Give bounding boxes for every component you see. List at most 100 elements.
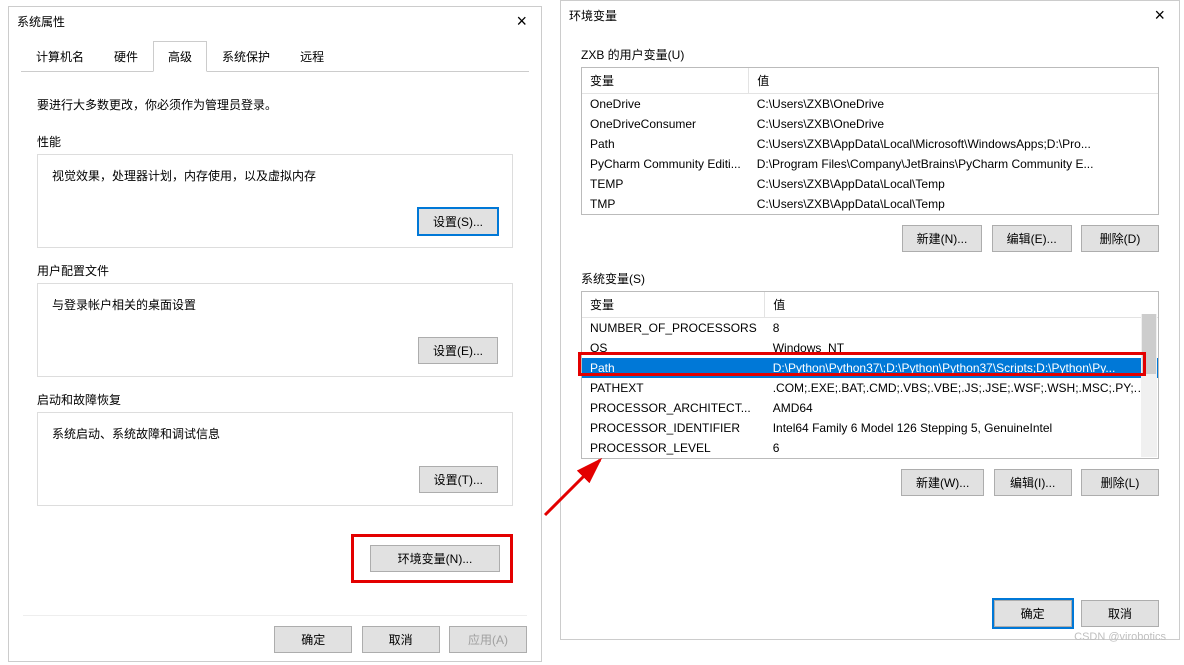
apply-button[interactable]: 应用(A)	[449, 626, 527, 653]
environment-variables-button[interactable]: 环境变量(N)...	[370, 545, 500, 572]
cell-var: OneDrive	[582, 94, 749, 115]
startup-settings-button[interactable]: 设置(T)...	[419, 466, 498, 493]
startup-title: 启动和故障恢复	[37, 391, 513, 408]
table-row[interactable]: OSWindows_NT	[582, 338, 1158, 358]
startup-group: 启动和故障恢复 系统启动、系统故障和调试信息 设置(T)...	[37, 391, 513, 506]
startup-box: 系统启动、系统故障和调试信息 设置(T)...	[37, 412, 513, 506]
cell-val: AMD64	[765, 398, 1158, 418]
col-variable[interactable]: 变量	[582, 292, 765, 318]
cell-val: C:\Users\ZXB\AppData\Local\Temp	[749, 194, 1158, 214]
table-row[interactable]: PathD:\Python\Python37\;D:\Python\Python…	[582, 358, 1158, 378]
watermark: CSDN @virobotics	[1074, 631, 1166, 643]
cell-val: D:\Program Files\Company\JetBrains\PyCha…	[749, 154, 1158, 174]
table-row[interactable]: PyCharm Community Editi...D:\Program Fil…	[582, 154, 1158, 174]
dialog-title: 环境变量	[569, 7, 617, 24]
user-vars-section: ZXB 的用户变量(U) 变量 值 OneDriveC:\Users\ZXB\O…	[581, 46, 1159, 252]
user-profile-box: 与登录帐户相关的桌面设置 设置(E)...	[37, 283, 513, 377]
cell-var: PROCESSOR_IDENTIFIER	[582, 418, 765, 438]
user-vars-buttons: 新建(N)... 编辑(E)... 删除(D)	[581, 225, 1159, 252]
tab-system-protection[interactable]: 系统保护	[207, 41, 285, 72]
scrollbar[interactable]	[1141, 314, 1157, 457]
col-value[interactable]: 值	[749, 68, 1158, 94]
user-profile-group: 用户配置文件 与登录帐户相关的桌面设置 设置(E)...	[37, 262, 513, 377]
cell-var: Path	[582, 358, 765, 378]
table-row[interactable]: OneDriveC:\Users\ZXB\OneDrive	[582, 94, 1158, 115]
cell-val: C:\Users\ZXB\OneDrive	[749, 114, 1158, 134]
table-row[interactable]: TEMPC:\Users\ZXB\AppData\Local\Temp	[582, 174, 1158, 194]
env-button-row: 环境变量(N)...	[37, 534, 513, 583]
cell-val: 6	[765, 438, 1158, 458]
dialog-title: 系统属性	[17, 13, 65, 30]
cell-var: Path	[582, 134, 749, 154]
cell-val: Intel64 Family 6 Model 126 Stepping 5, G…	[765, 418, 1158, 438]
col-value[interactable]: 值	[765, 292, 1158, 318]
dialog-bottom-bar: 确定 取消	[988, 600, 1159, 627]
cell-var: NUMBER_OF_PROCESSORS	[582, 318, 765, 339]
user-profile-desc: 与登录帐户相关的桌面设置	[52, 296, 498, 313]
tab-computer-name[interactable]: 计算机名	[21, 41, 99, 72]
user-vars-label: ZXB 的用户变量(U)	[581, 46, 1159, 63]
cell-var: PATHEXT	[582, 378, 765, 398]
table-row[interactable]: PROCESSOR_ARCHITECT...AMD64	[582, 398, 1158, 418]
system-vars-section: 系统变量(S) 变量 值 NUMBER_OF_PROCESSORS8OSWind…	[581, 270, 1159, 496]
cell-var: TEMP	[582, 174, 749, 194]
tab-remote[interactable]: 远程	[285, 41, 339, 72]
cell-val: C:\Users\ZXB\OneDrive	[749, 94, 1158, 115]
system-vars-label: 系统变量(S)	[581, 270, 1159, 287]
close-icon[interactable]: ×	[1148, 5, 1171, 26]
cell-var: PROCESSOR_LEVEL	[582, 438, 765, 458]
performance-desc: 视觉效果，处理器计划，内存使用，以及虚拟内存	[52, 167, 498, 184]
edit-user-var-button[interactable]: 编辑(E)...	[992, 225, 1072, 252]
user-profile-settings-button[interactable]: 设置(E)...	[418, 337, 498, 364]
col-variable[interactable]: 变量	[582, 68, 749, 94]
performance-group: 性能 视觉效果，处理器计划，内存使用，以及虚拟内存 设置(S)...	[37, 133, 513, 248]
table-row[interactable]: PathC:\Users\ZXB\AppData\Local\Microsoft…	[582, 134, 1158, 154]
titlebar: 系统属性 ×	[9, 7, 541, 40]
cancel-button[interactable]: 取消	[362, 626, 440, 653]
close-icon[interactable]: ×	[510, 11, 533, 32]
cell-val: 8	[765, 318, 1158, 339]
admin-note: 要进行大多数更改，你必须作为管理员登录。	[37, 96, 513, 113]
cell-var: PROCESSOR_ARCHITECT...	[582, 398, 765, 418]
environment-variables-dialog: 环境变量 × ZXB 的用户变量(U) 变量 值 OneDriveC:\User…	[560, 0, 1180, 640]
scrollbar-thumb[interactable]	[1142, 314, 1156, 374]
cell-val: .COM;.EXE;.BAT;.CMD;.VBS;.VBE;.JS;.JSE;.…	[765, 378, 1158, 398]
ok-button[interactable]: 确定	[274, 626, 352, 653]
user-vars-table[interactable]: 变量 值 OneDriveC:\Users\ZXB\OneDriveOneDri…	[581, 67, 1159, 215]
table-row[interactable]: PROCESSOR_LEVEL6	[582, 438, 1158, 458]
table-row[interactable]: TMPC:\Users\ZXB\AppData\Local\Temp	[582, 194, 1158, 214]
cancel-button[interactable]: 取消	[1081, 600, 1159, 627]
new-sys-var-button[interactable]: 新建(W)...	[901, 469, 984, 496]
system-properties-dialog: 系统属性 × 计算机名 硬件 高级 系统保护 远程 要进行大多数更改，你必须作为…	[8, 6, 542, 662]
performance-settings-button[interactable]: 设置(S)...	[418, 208, 498, 235]
dialog-bottom-bar: 确定 取消 应用(A)	[23, 615, 527, 653]
table-row[interactable]: PATHEXT.COM;.EXE;.BAT;.CMD;.VBS;.VBE;.JS…	[582, 378, 1158, 398]
titlebar: 环境变量 ×	[561, 1, 1179, 34]
cell-var: PyCharm Community Editi...	[582, 154, 749, 174]
tab-hardware[interactable]: 硬件	[99, 41, 153, 72]
edit-sys-var-button[interactable]: 编辑(I)...	[994, 469, 1072, 496]
delete-sys-var-button[interactable]: 删除(L)	[1081, 469, 1159, 496]
table-row[interactable]: NUMBER_OF_PROCESSORS8	[582, 318, 1158, 339]
tab-content: 要进行大多数更改，你必须作为管理员登录。 性能 视觉效果，处理器计划，内存使用，…	[9, 72, 541, 599]
tab-advanced[interactable]: 高级	[153, 41, 207, 72]
env-button-highlight: 环境变量(N)...	[351, 534, 513, 583]
tab-strip: 计算机名 硬件 高级 系统保护 远程	[21, 40, 529, 72]
startup-desc: 系统启动、系统故障和调试信息	[52, 425, 498, 442]
system-vars-table[interactable]: 变量 值 NUMBER_OF_PROCESSORS8OSWindows_NTPa…	[581, 291, 1159, 459]
performance-title: 性能	[37, 133, 513, 150]
table-row[interactable]: PROCESSOR_IDENTIFIERIntel64 Family 6 Mod…	[582, 418, 1158, 438]
delete-user-var-button[interactable]: 删除(D)	[1081, 225, 1159, 252]
system-vars-buttons: 新建(W)... 编辑(I)... 删除(L)	[581, 469, 1159, 496]
ok-button[interactable]: 确定	[994, 600, 1072, 627]
cell-val: Windows_NT	[765, 338, 1158, 358]
cell-var: OneDriveConsumer	[582, 114, 749, 134]
user-profile-title: 用户配置文件	[37, 262, 513, 279]
cell-var: TMP	[582, 194, 749, 214]
table-row[interactable]: OneDriveConsumerC:\Users\ZXB\OneDrive	[582, 114, 1158, 134]
new-user-var-button[interactable]: 新建(N)...	[902, 225, 983, 252]
cell-var: OS	[582, 338, 765, 358]
cell-val: D:\Python\Python37\;D:\Python\Python37\S…	[765, 358, 1158, 378]
cell-val: C:\Users\ZXB\AppData\Local\Temp	[749, 174, 1158, 194]
performance-box: 视觉效果，处理器计划，内存使用，以及虚拟内存 设置(S)...	[37, 154, 513, 248]
